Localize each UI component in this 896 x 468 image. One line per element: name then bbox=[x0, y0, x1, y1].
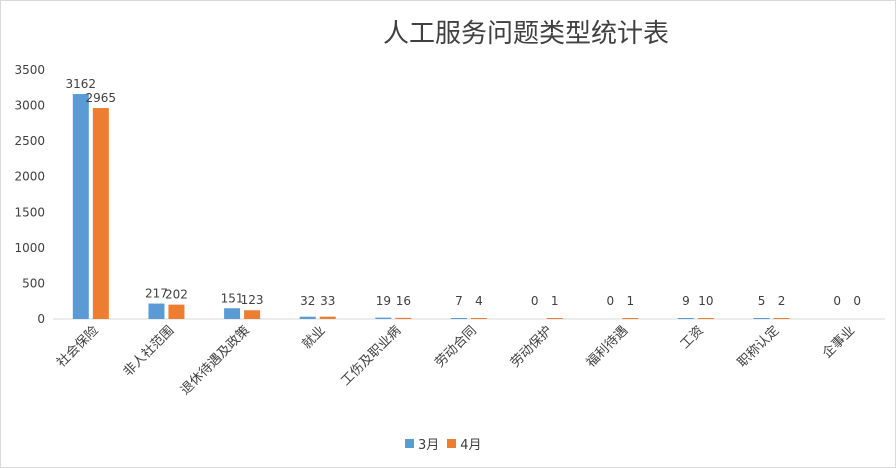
data-label: 10 bbox=[698, 294, 713, 308]
bar bbox=[622, 318, 639, 319]
legend-label: 4月 bbox=[460, 438, 482, 453]
data-label: 0 bbox=[833, 294, 841, 308]
x-tick-label: 劳动保护 bbox=[507, 323, 555, 371]
bar bbox=[471, 318, 487, 319]
bar bbox=[451, 318, 467, 319]
chart-frame: 人工服务问题类型统计表 0 500 1000 1500 2000 2500 3000 3500… bbox=[0, 0, 896, 468]
data-label: 1 bbox=[551, 294, 559, 308]
data-label: 9 bbox=[682, 294, 690, 308]
x-tick-label: 福利待遇 bbox=[584, 323, 631, 370]
data-label: 19 bbox=[376, 294, 391, 308]
x-tick-label: 社会保险 bbox=[54, 323, 102, 371]
data-label: 202 bbox=[165, 288, 188, 302]
bar bbox=[168, 304, 185, 319]
data-label: 0 bbox=[853, 294, 861, 308]
legend-swatch bbox=[405, 439, 414, 448]
x-tick-label: 工伤及职业病 bbox=[338, 323, 404, 389]
bar bbox=[677, 318, 694, 319]
x-tick-label: 就业 bbox=[300, 323, 329, 352]
legend: 3月 4月 bbox=[405, 434, 490, 453]
bar-chart: 050010001500200025003000350031622965社会保险… bbox=[14, 63, 885, 399]
y-tick-label: 2000 bbox=[14, 170, 45, 184]
bar bbox=[148, 303, 165, 319]
data-label: 0 bbox=[531, 294, 539, 308]
x-tick-label: 退休待遇及政策 bbox=[177, 323, 253, 399]
bar bbox=[224, 308, 241, 319]
legend-swatch bbox=[447, 439, 457, 448]
bar bbox=[546, 318, 563, 319]
y-tick-label: 3500 bbox=[14, 63, 45, 77]
data-label: 1 bbox=[626, 294, 634, 308]
y-tick-label: 3000 bbox=[14, 99, 45, 113]
y-tick-label: 0 bbox=[37, 312, 45, 326]
data-label: 3162 bbox=[66, 77, 97, 91]
data-label: 123 bbox=[241, 293, 264, 307]
bar bbox=[244, 310, 261, 319]
y-tick-label: 1000 bbox=[14, 241, 45, 255]
y-tick-label: 1500 bbox=[14, 205, 45, 219]
bar bbox=[72, 94, 89, 319]
bar bbox=[319, 316, 336, 319]
data-label: 4 bbox=[475, 294, 483, 308]
bar bbox=[299, 316, 316, 319]
bar bbox=[92, 108, 109, 319]
bar bbox=[395, 317, 412, 319]
data-label: 0 bbox=[606, 294, 614, 308]
legend-label: 3月 bbox=[418, 438, 440, 453]
x-tick-label: 劳动合同 bbox=[432, 323, 480, 371]
bar bbox=[753, 318, 770, 319]
legend-item: 3月 bbox=[405, 434, 439, 453]
data-label: 32 bbox=[300, 294, 315, 308]
x-tick-label: 企事业 bbox=[819, 323, 858, 362]
bar bbox=[773, 318, 790, 319]
data-label: 5 bbox=[758, 294, 766, 308]
x-tick-label: 非人社范围 bbox=[120, 323, 177, 380]
y-tick-label: 2500 bbox=[14, 134, 45, 148]
data-label: 2965 bbox=[86, 91, 117, 105]
data-label: 16 bbox=[396, 294, 411, 308]
y-tick-label: 500 bbox=[22, 276, 45, 290]
data-label: 2 bbox=[778, 294, 786, 308]
legend-item: 4月 bbox=[447, 434, 482, 453]
bar bbox=[697, 318, 714, 319]
x-tick-label: 职称认定 bbox=[735, 323, 782, 370]
x-tick-label: 工资 bbox=[678, 323, 707, 352]
bar bbox=[375, 317, 392, 319]
data-label: 33 bbox=[320, 294, 335, 308]
data-label: 7 bbox=[455, 294, 463, 308]
